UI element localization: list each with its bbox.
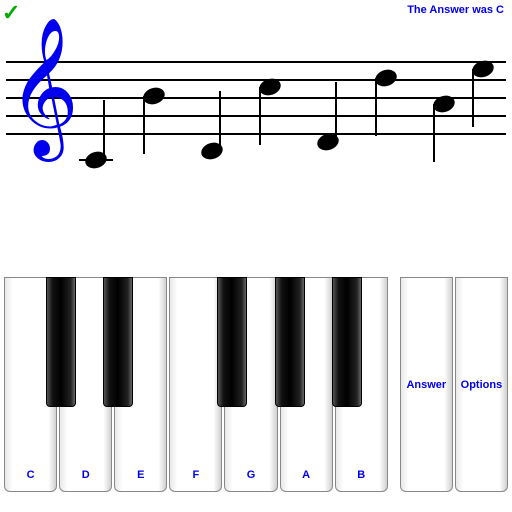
key-label: E xyxy=(115,469,166,481)
black-key[interactable] xyxy=(103,277,133,407)
key-label: B xyxy=(336,469,387,481)
staff-line xyxy=(6,115,506,117)
answer-label: Answer xyxy=(401,379,452,391)
note xyxy=(201,143,223,159)
answer-feedback-text: The Answer was C xyxy=(407,4,504,16)
black-key[interactable] xyxy=(275,277,305,407)
staff-line xyxy=(6,97,506,99)
key-f[interactable]: F xyxy=(169,277,222,492)
black-key[interactable] xyxy=(46,277,76,407)
answer-button[interactable]: Answer xyxy=(400,277,453,492)
staff-line xyxy=(6,61,506,63)
key-label: F xyxy=(170,469,221,481)
note xyxy=(85,152,107,168)
staff-line xyxy=(6,79,506,81)
key-label: A xyxy=(281,469,332,481)
key-label: G xyxy=(225,469,276,481)
options-label: Options xyxy=(456,379,507,391)
note xyxy=(375,70,397,86)
key-label: C xyxy=(5,469,56,481)
staff-line xyxy=(6,133,506,135)
options-button[interactable]: Options xyxy=(455,277,508,492)
piano-keyboard: CDEFGAB Answer Options xyxy=(4,277,508,492)
note xyxy=(317,134,339,150)
note xyxy=(143,88,165,104)
black-key[interactable] xyxy=(217,277,247,407)
music-staff: 𝄞 xyxy=(0,55,512,205)
note xyxy=(259,79,281,95)
key-label: D xyxy=(60,469,111,481)
note xyxy=(433,96,455,112)
treble-clef-icon: 𝄞 xyxy=(8,27,79,147)
black-key[interactable] xyxy=(332,277,362,407)
note xyxy=(472,61,494,77)
